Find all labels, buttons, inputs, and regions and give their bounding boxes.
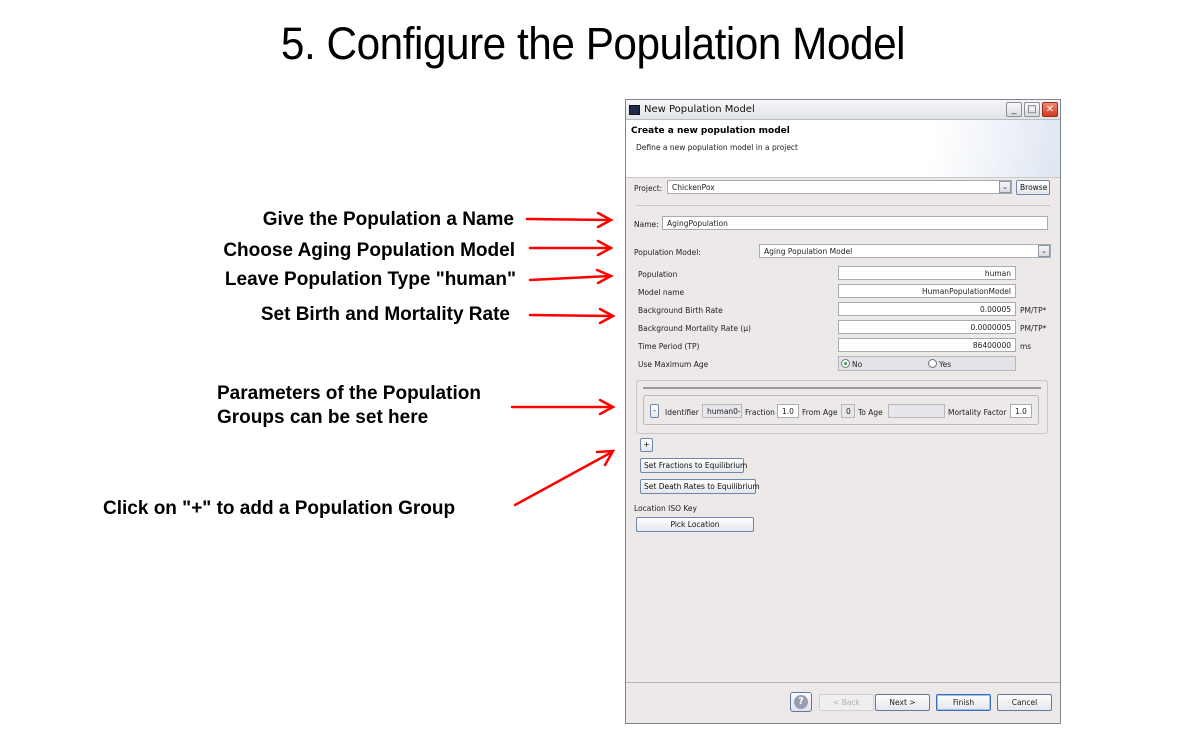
identifier-field: human0- — [702, 404, 742, 418]
from-age-label: From Age — [802, 408, 838, 417]
from-age-field: 0 — [841, 404, 855, 418]
identifier-label: Identifier — [665, 408, 699, 417]
radio-no-label[interactable]: No — [852, 360, 862, 369]
mortality-factor-label: Mortality Factor — [948, 408, 1007, 417]
wizard-body: Project: ChickenPox ⌄ Browse Name: Aging… — [626, 178, 1060, 698]
callout-model: Choose Aging Population Model — [223, 240, 515, 261]
callout-groups-line1: Parameters of the Population — [217, 383, 481, 404]
callout-name: Give the Population a Name — [262, 209, 514, 230]
arrow-add — [513, 449, 616, 507]
footer-separator — [626, 682, 1060, 683]
finish-button[interactable]: Finish — [936, 694, 991, 711]
minimize-button[interactable]: _ — [1006, 102, 1022, 117]
fraction-label: Fraction — [745, 408, 775, 417]
time-period-input[interactable]: 86400000 — [838, 338, 1016, 352]
add-group-button[interactable]: + — [640, 438, 653, 452]
radio-yes[interactable] — [928, 359, 937, 368]
name-label: Name: — [634, 220, 659, 229]
help-button[interactable]: ? — [790, 692, 812, 712]
window-title: New Population Model — [644, 104, 755, 115]
header-title: Create a new population model — [631, 126, 790, 136]
maximize-button[interactable]: □ — [1024, 102, 1040, 117]
arrow-rates — [528, 307, 616, 325]
browse-button[interactable]: Browse — [1016, 180, 1050, 195]
population-group-row: - Identifier human0- Fraction 1.0 From A… — [643, 395, 1039, 425]
arrow-model — [528, 239, 614, 257]
title-bar[interactable]: New Population Model _ □ ✕ — [626, 100, 1060, 120]
population-model-select[interactable]: Aging Population Model — [759, 244, 1051, 258]
help-icon: ? — [794, 695, 808, 709]
set-death-rates-button[interactable]: Set Death Rates to Equilibrium — [640, 479, 760, 494]
birth-rate-unit: PM/TP* — [1020, 306, 1047, 315]
project-dropdown-icon[interactable]: ⌄ — [999, 181, 1011, 193]
close-button[interactable]: ✕ — [1042, 102, 1058, 117]
set-fractions-button[interactable]: Set Fractions to Equilibrium — [640, 458, 747, 473]
mortality-rate-unit: PM/TP* — [1020, 324, 1047, 333]
param-label: Model name — [638, 288, 685, 297]
slide-title: 5. Configure the Population Model — [280, 18, 906, 69]
pick-location-button[interactable]: Pick Location — [636, 517, 754, 532]
to-age-field — [888, 404, 945, 418]
header-subtitle: Define a new population model in a proje… — [636, 143, 798, 152]
arrow-name — [525, 211, 614, 229]
max-age-label: Use Maximum Age — [638, 360, 709, 369]
callout-add-group: Click on "+" to add a Population Group — [103, 498, 456, 519]
param-label: Background Mortality Rate (µ) — [638, 324, 751, 333]
max-age-radio-group: No Yes — [838, 356, 1016, 371]
param-label: Background Birth Rate — [638, 306, 723, 315]
project-label: Project: — [634, 184, 663, 193]
fraction-input[interactable]: 1.0 — [777, 404, 799, 418]
time-period-unit: ms — [1020, 342, 1032, 351]
model-dropdown-icon[interactable]: ⌄ — [1038, 245, 1050, 257]
population-model-label: Population Model: — [634, 248, 701, 257]
remove-group-button[interactable]: - — [650, 404, 659, 418]
param-label: Time Period (TP) — [638, 342, 700, 351]
radio-no[interactable] — [841, 359, 850, 368]
callout-rates: Set Birth and Mortality Rate — [260, 304, 510, 325]
population-input[interactable]: human — [838, 266, 1016, 280]
app-icon — [629, 104, 640, 115]
arrow-groups — [510, 398, 616, 416]
callout-groups-line2: Groups can be set here — [217, 407, 429, 428]
location-iso-label: Location ISO Key — [634, 504, 697, 513]
separator — [636, 205, 1050, 206]
population-groups-container: - Identifier human0- Fraction 1.0 From A… — [636, 380, 1048, 434]
mortality-factor-input[interactable]: 1.0 — [1010, 404, 1032, 418]
next-button[interactable]: Next > — [875, 694, 930, 711]
radio-yes-label[interactable]: Yes — [939, 360, 951, 369]
model-name-input[interactable]: HumanPopulationModel — [838, 284, 1016, 298]
mortality-rate-input[interactable]: 0.0000005 — [838, 320, 1016, 334]
back-button: < Back — [819, 694, 874, 711]
arrow-population — [528, 268, 614, 285]
to-age-label: To Age — [858, 408, 883, 417]
new-population-model-dialog: New Population Model _ □ ✕ Create a new … — [625, 99, 1061, 724]
groups-header-line — [643, 387, 1041, 389]
wizard-header: Create a new population model Define a n… — [626, 120, 1060, 178]
name-input[interactable]: AgingPopulation — [662, 216, 1048, 230]
param-label: Population — [638, 270, 678, 279]
callout-population-type: Leave Population Type "human" — [224, 269, 516, 290]
project-combo[interactable]: ChickenPox — [667, 180, 1012, 194]
cancel-button[interactable]: Cancel — [997, 694, 1052, 711]
birth-rate-input[interactable]: 0.00005 — [838, 302, 1016, 316]
